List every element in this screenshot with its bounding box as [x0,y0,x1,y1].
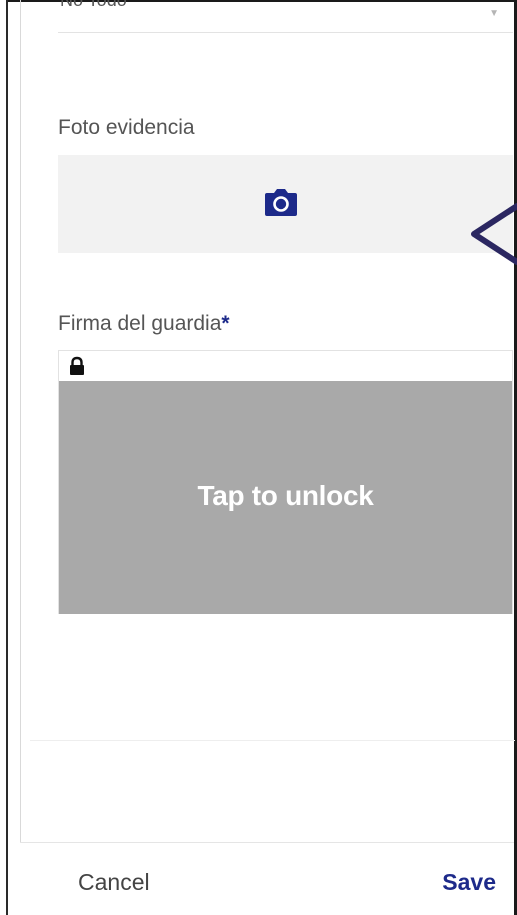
signature-pad: Tap to unlock [58,350,513,614]
form-footer: Cancel Save [20,842,514,915]
unlock-prompt: Tap to unlock [197,479,374,511]
clipped-select-field[interactable]: No Todo ▼ [58,0,513,33]
photo-field-label: Foto evidencia [58,116,195,139]
annotation-arrow-icon [471,203,517,265]
section-divider [30,740,515,741]
signature-unlock-area[interactable]: Tap to unlock [59,381,512,614]
lock-icon [70,356,84,375]
signature-lock-bar [59,351,512,381]
required-marker: * [221,312,230,335]
select-value: No Todo [60,0,127,10]
save-button[interactable]: Save [442,869,496,896]
window-left-border [0,0,21,915]
cancel-button[interactable]: Cancel [78,869,150,896]
signature-field-label: Firma del guardia* [58,312,230,336]
signature-label-text: Firma del guardia [58,312,222,335]
camera-icon[interactable] [263,184,299,220]
chevron-down-icon: ▼ [489,8,499,19]
form-screen: No Todo ▼ Foto evidencia Firma del guard… [0,0,517,915]
